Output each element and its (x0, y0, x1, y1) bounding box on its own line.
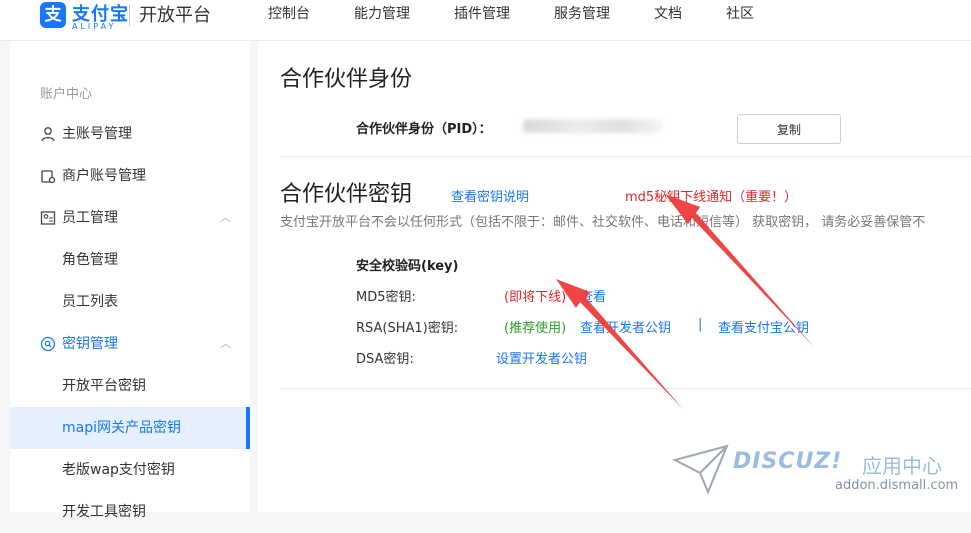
sidebar-item-label: mapi网关产品密钥 (62, 420, 181, 436)
shop-icon (41, 170, 56, 184)
sidebar-item-label: 角色管理 (62, 252, 118, 268)
section-divider (280, 156, 971, 157)
pid-value-redacted (523, 119, 663, 133)
user-icon (41, 127, 55, 142)
rsa-key-label: RSA(SHA1)密钥: (356, 321, 459, 336)
md5-offline-notice-link[interactable]: md5秘钥下线通知（重要！） (625, 186, 797, 205)
sidebar-item-label: 密钥管理 (62, 336, 118, 352)
sidebar-item-mapi-gateway-keys[interactable]: mapi网关产品密钥 (10, 407, 250, 449)
sidebar-item-label: 员工管理 (62, 210, 118, 226)
logo-en: ALIPAY (72, 22, 117, 31)
key-doc-link[interactable]: 查看密钥说明 (451, 186, 529, 205)
nav-community[interactable]: 社区 (726, 3, 754, 23)
watermark-brand: DISCUZ! (733, 449, 843, 474)
top-nav: 控制台 能力管理 插件管理 服务管理 文档 社区 (268, 3, 798, 23)
nav-docs[interactable]: 文档 (654, 3, 682, 23)
sidebar-item-main-account[interactable]: 主账号管理 (10, 113, 250, 155)
sidebar-item-label: 开放平台密钥 (62, 378, 146, 394)
view-developer-public-key-link[interactable]: 查看开发者公钥 (580, 317, 671, 336)
sidebar-item-label: 主账号管理 (62, 126, 132, 142)
chevron-up-icon[interactable]: ︿ (220, 197, 231, 239)
pid-label: 合作伙伴身份（PID）： (356, 122, 492, 137)
sidebar-item-label: 老版wap支付密钥 (62, 462, 175, 478)
chevron-up-icon[interactable]: ︿ (220, 323, 231, 365)
sidebar-item-label: 开发工具密钥 (62, 504, 146, 520)
sidebar-item-devtool-keys[interactable]: 开发工具密钥 (10, 491, 250, 533)
sidebar-item-open-platform-keys[interactable]: 开放平台密钥 (10, 365, 250, 407)
logo-divider (129, 4, 130, 26)
rsa-status-badge: (推荐使用) (504, 321, 567, 336)
copy-button[interactable]: 复制 (737, 114, 841, 144)
section-title-partner-keys: 合作伙伴密钥 (280, 182, 413, 207)
alipay-logo-icon[interactable]: 支 (40, 2, 66, 28)
md5-view-link[interactable]: 查看 (580, 286, 606, 305)
platform-title[interactable]: 开放平台 (139, 1, 211, 27)
nav-capability[interactable]: 能力管理 (354, 3, 410, 23)
sidebar-item-merchant-account[interactable]: 商户账号管理 (10, 155, 250, 197)
md5-status-badge: (即将下线) (504, 290, 567, 305)
nav-plugin[interactable]: 插件管理 (454, 3, 510, 23)
dsa-key-label: DSA密钥: (356, 352, 414, 367)
sidebar-item-roles[interactable]: 角色管理 (10, 239, 250, 281)
md5-key-label: MD5密钥: (356, 290, 416, 305)
watermark-cn: 应用中心 (862, 454, 942, 478)
sidebar-item-label: 商户账号管理 (62, 168, 146, 184)
sidebar-item-label: 员工列表 (62, 294, 118, 310)
set-developer-public-key-link[interactable]: 设置开发者公钥 (496, 348, 587, 367)
sidebar-item-staff-list[interactable]: 员工列表 (10, 281, 250, 323)
nav-service[interactable]: 服务管理 (554, 3, 610, 23)
view-alipay-public-key-link[interactable]: 查看支付宝公钥 (718, 317, 809, 336)
sidebar-item-legacy-wap-keys[interactable]: 老版wap支付密钥 (10, 449, 250, 491)
sidebar-item-staff[interactable]: 员工管理 ︿ (10, 197, 250, 239)
watermark-url: addon.dismall.com (835, 478, 959, 493)
section-title-partner-identity: 合作伙伴身份 (280, 67, 413, 92)
key-search-icon (40, 336, 56, 352)
link-separator: | (698, 317, 703, 332)
security-notice-text: 支付宝开放平台不会以任何形式（包括不限于：邮件、社交软件、电话和短信等） 获取密… (280, 215, 926, 230)
sidebar: 账户中心 主账号管理 商户账号管理 员工管理 ︿ 角色管理 员工列表 密钥管理 … (10, 41, 250, 520)
security-code-title: 安全校验码(key) (356, 259, 459, 274)
sidebar-section-title: 账户中心 (40, 87, 93, 102)
section-divider (280, 388, 971, 389)
sidebar-item-key-management[interactable]: 密钥管理 ︿ (10, 323, 250, 365)
staff-icon (40, 211, 56, 225)
top-header: 支 支付宝 ALIPAY 开放平台 控制台 能力管理 插件管理 服务管理 文档 … (0, 0, 971, 41)
main-content: 合作伙伴身份 合作伙伴身份（PID）： 复制 合作伙伴密钥 查看密钥说明 md5… (258, 41, 971, 512)
nav-console[interactable]: 控制台 (268, 3, 310, 23)
